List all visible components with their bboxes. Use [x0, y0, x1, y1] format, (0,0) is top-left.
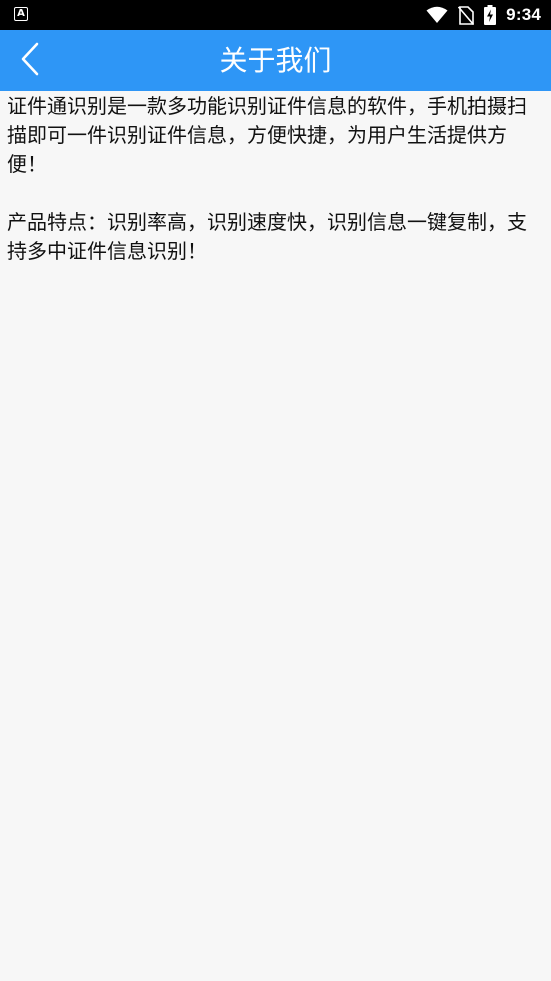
- intro-paragraph: 证件通识别是一款多功能识别证件信息的软件，手机拍摄扫描即可一件识别证件信息，方便…: [7, 94, 527, 176]
- back-button[interactable]: [0, 30, 60, 91]
- app-bar: 关于我们: [0, 30, 551, 91]
- notification-icon-letter: A: [17, 8, 25, 19]
- page-title: 关于我们: [219, 44, 332, 77]
- notification-icon: A: [14, 7, 28, 21]
- battery-charging-icon: [484, 5, 497, 25]
- status-bar: A 9:34: [0, 0, 551, 30]
- about-content: 证件通识别是一款多功能识别证件信息的软件，手机拍摄扫描即可一件识别证件信息，方便…: [7, 92, 545, 266]
- wifi-icon: [426, 6, 448, 24]
- features-paragraph: 产品特点：识别率高，识别速度快，识别信息一键复制，支持多中证件信息识别！: [7, 210, 527, 263]
- chevron-left-icon: [20, 42, 40, 80]
- no-sim-icon: [458, 5, 475, 25]
- status-time: 9:34: [506, 5, 541, 24]
- status-icons: 9:34: [426, 0, 541, 30]
